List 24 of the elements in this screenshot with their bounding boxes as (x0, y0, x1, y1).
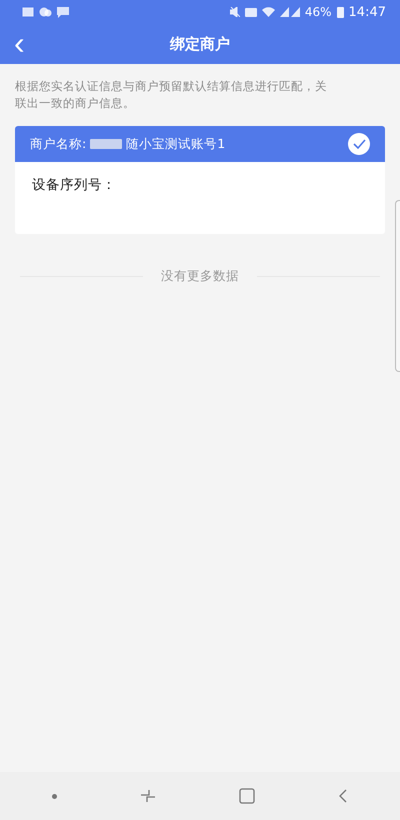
clock: 14:47 (348, 4, 386, 20)
merchant-card[interactable]: 商户名称: 随小宝测试账号1 设备序列号： (15, 126, 385, 234)
gallery-icon (22, 7, 34, 17)
home-icon[interactable] (239, 788, 256, 804)
description-text: 根据您实名认证信息与商户预留默认结算信息进行匹配，关联出一致的商户信息。 (15, 78, 328, 112)
dot-icon[interactable] (52, 794, 57, 798)
battery-percent: 46% (304, 5, 332, 19)
wifi-icon (262, 7, 275, 17)
signal-icon (280, 7, 300, 17)
chat-icon (39, 7, 52, 17)
no-more-data-text: 没有更多数据 (161, 268, 239, 285)
merchant-name: 随小宝测试账号1 (126, 136, 226, 152)
check-icon (348, 133, 370, 155)
message-icon (57, 6, 69, 18)
page-title: 绑定商户 (170, 34, 230, 54)
battery-icon (336, 6, 344, 18)
back-nav-icon[interactable] (338, 789, 348, 803)
hd-icon (244, 8, 257, 16)
back-button[interactable]: ‹ (8, 28, 31, 58)
mute-icon (230, 7, 240, 17)
merchant-name-label: 商户名称: (30, 136, 86, 152)
recent-apps-icon[interactable] (140, 789, 156, 803)
edge-handle[interactable] (395, 200, 400, 372)
serial-number-label: 设备序列号： (32, 177, 116, 193)
